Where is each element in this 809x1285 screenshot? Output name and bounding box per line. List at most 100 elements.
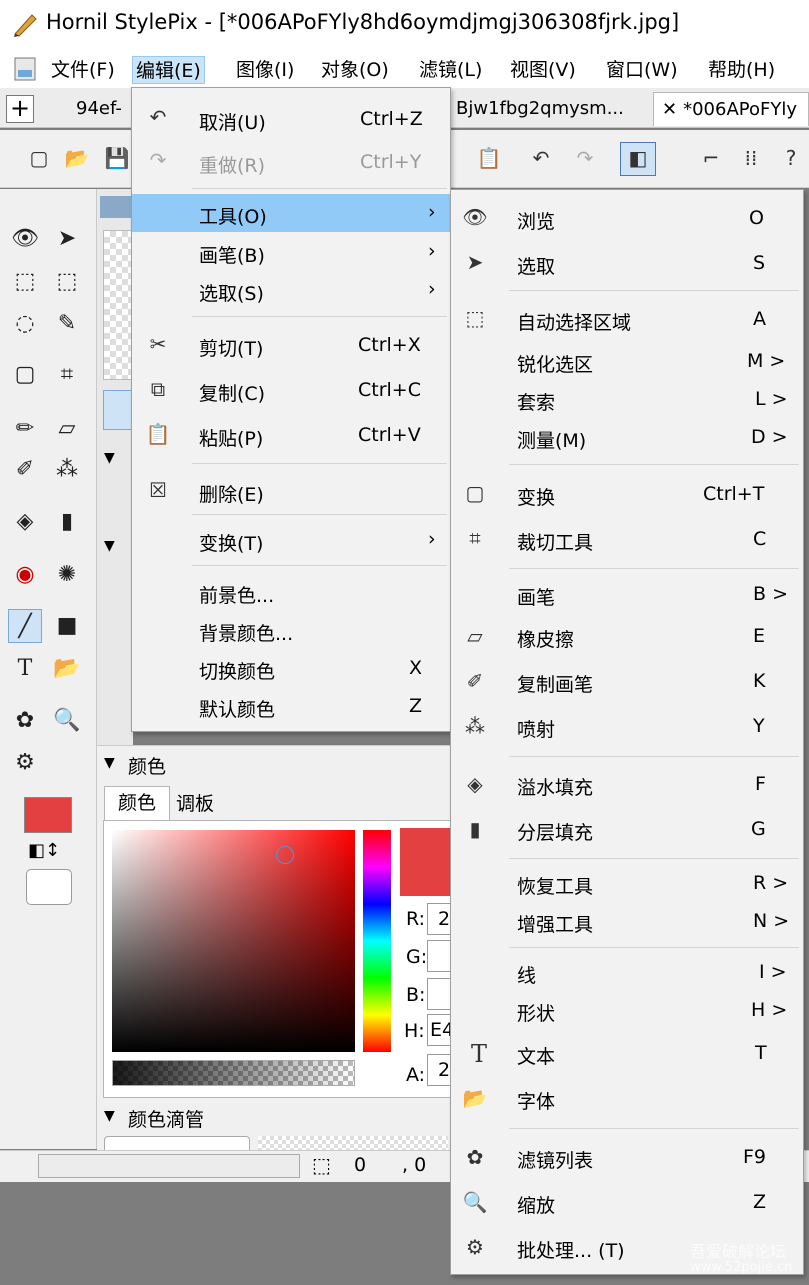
shape-tool-icon[interactable]: ■ (50, 609, 84, 643)
submenu-zoom[interactable]: 🔍 缩放 Z (451, 1180, 803, 1224)
menu-foreground-color[interactable]: 前景色... (132, 573, 450, 611)
submenu-font[interactable]: 📂 字体 (451, 1076, 803, 1120)
eyedropper-history-swatches[interactable] (258, 1136, 448, 1150)
line-tool-icon[interactable]: ╱ (8, 609, 42, 643)
menu-redo[interactable]: ↷ 重做(R) Ctrl+Y (132, 140, 450, 182)
crop-tool-icon[interactable]: ⌗ (50, 358, 84, 392)
menu-default-colors[interactable]: 默认颜色 Z (132, 687, 450, 725)
saturation-value-picker[interactable] (112, 830, 355, 1052)
menu-brush[interactable]: 画笔(B) › (132, 233, 450, 271)
submenu-brush[interactable]: 画笔 B > (451, 575, 803, 613)
menu-delete[interactable]: ☒ 删除(E) (132, 470, 450, 512)
view-tool-eye-icon[interactable]: 👁 (8, 222, 42, 256)
line-style-button[interactable] (103, 390, 133, 430)
tab-color[interactable]: 颜色 (104, 786, 170, 820)
select-tool-arrow-icon[interactable]: ➤ (50, 222, 84, 256)
foreground-color-swatch[interactable] (24, 797, 72, 833)
submenu-text[interactable]: T 文本 T (451, 1031, 803, 1075)
hue-slider[interactable] (363, 830, 391, 1052)
redo-toolbar-icon[interactable]: ↷ (572, 145, 598, 171)
menu-file[interactable]: 文件(F) (48, 56, 118, 84)
color-picker-cursor[interactable] (276, 846, 294, 864)
save-file-icon[interactable]: 💾 (104, 145, 130, 171)
swap-colors-icon[interactable]: ◧↕ (28, 840, 60, 861)
menu-edit[interactable]: 编辑(E) (132, 56, 205, 84)
menu-tools[interactable]: 工具(O) › (132, 194, 450, 232)
panel-toggle-icon[interactable]: ◧ (620, 142, 656, 176)
submenu-gradient-fill[interactable]: ▮ 分层填充 G (451, 807, 803, 851)
transform-tool-icon[interactable]: ▢ (8, 358, 42, 392)
enhance-tool-icon[interactable]: ✺ (50, 558, 84, 592)
grid-icon[interactable]: ⁞⁞ (738, 145, 764, 171)
font-tool-icon[interactable]: 📂 (50, 652, 84, 686)
menu-cut[interactable]: ✂ 剪切(T) Ctrl+X (132, 324, 450, 366)
section-collapse-icon[interactable]: ▼ (104, 450, 115, 466)
submenu-crop[interactable]: ⌗ 裁切工具 C (451, 517, 803, 559)
paste-toolbar-icon[interactable]: 📋 (476, 145, 502, 171)
tab-document-1[interactable]: 94ef- (68, 92, 138, 126)
undo-toolbar-icon[interactable]: ↶ (528, 145, 554, 171)
marquee-tool-icon[interactable]: ⬚ (50, 265, 84, 299)
background-color-swatch[interactable] (26, 869, 72, 905)
menu-object[interactable]: 对象(O) (318, 56, 392, 84)
brush-tool-icon[interactable]: ✏ (8, 412, 42, 446)
tab-palette[interactable]: 调板 (176, 788, 214, 820)
new-tab-plus-icon[interactable]: + (6, 95, 34, 123)
submenu-transform[interactable]: ▢ 变换 Ctrl+T (451, 472, 803, 514)
menu-image[interactable]: 图像(I) (233, 56, 297, 84)
color-section-collapse-icon[interactable]: ▼ (104, 755, 115, 771)
menu-copy[interactable]: ⧉ 复制(C) Ctrl+C (132, 369, 450, 411)
ruler-icon[interactable]: ⌐ (698, 145, 724, 171)
submenu-enhance-tools[interactable]: 增强工具 N > (451, 902, 803, 940)
help-context-icon[interactable]: ? (778, 145, 804, 171)
text-tool-icon[interactable]: T (8, 652, 42, 686)
menu-view[interactable]: 视图(V) (507, 56, 579, 84)
eyedropper-sample-box[interactable] (104, 1136, 250, 1150)
tab-document-3[interactable]: ✕*006APoFYly (653, 92, 809, 126)
clone-brush-tool-icon[interactable]: ✐ (8, 453, 42, 487)
submenu-flood-fill[interactable]: ◈ 溢水填充 F (451, 762, 803, 806)
lasso-tool-icon[interactable]: ◌ (8, 307, 42, 341)
eyedropper-collapse-icon[interactable]: ▼ (104, 1108, 115, 1124)
fill-tool-icon[interactable]: ◈ (8, 505, 42, 539)
menu-paste[interactable]: 📋 粘贴(P) Ctrl+V (132, 414, 450, 456)
app-menu-icon[interactable] (12, 56, 38, 82)
section-collapse-icon-2[interactable]: ▼ (104, 538, 115, 554)
submenu-filter-list[interactable]: ✿ 滤镜列表 F9 (451, 1135, 803, 1179)
eraser-tool-icon[interactable]: ▱ (50, 412, 84, 446)
menu-undo[interactable]: ↶ 取消(U) Ctrl+Z (132, 97, 450, 139)
auto-select-tool-icon[interactable]: ⬚ (8, 265, 42, 299)
menu-help[interactable]: 帮助(H) (705, 56, 778, 84)
color-filter-tool-icon[interactable]: ✿ (8, 704, 42, 738)
red-eye-tool-icon[interactable]: ◉ (8, 558, 42, 592)
submenu-auto-select[interactable]: ⬚ 自动选择区域 A (451, 298, 803, 338)
menu-transform[interactable]: 变换(T) › (132, 521, 450, 559)
submenu-shape[interactable]: 形状 H > (451, 991, 803, 1029)
submenu-spray[interactable]: ⁂ 喷射 Y (451, 704, 803, 748)
options-collapse-icon[interactable] (100, 196, 132, 218)
menu-background-color[interactable]: 背景颜色... (132, 611, 450, 649)
close-tab-icon[interactable]: ✕ (662, 99, 677, 120)
zoom-tool-icon[interactable]: 🔍 (50, 704, 84, 738)
menu-window[interactable]: 窗口(W) (603, 56, 681, 84)
submenu-eraser[interactable]: ▱ 橡皮擦 E (451, 614, 803, 658)
batch-tool-icon[interactable]: ⚙ (8, 746, 42, 780)
submenu-restore-tools[interactable]: 恢复工具 R > (451, 864, 803, 902)
eyedropper-tool-icon[interactable]: ✎ (50, 307, 84, 341)
submenu-clone-brush[interactable]: ✐ 复制画笔 K (451, 659, 803, 703)
tab-document-2[interactable]: Bjw1fbg2qmysm... (448, 92, 648, 126)
submenu-measure[interactable]: 测量(M) D > (451, 418, 803, 456)
menu-filter[interactable]: 滤镜(L) (416, 56, 485, 84)
spray-tool-icon[interactable]: ⁂ (50, 453, 84, 487)
submenu-browse[interactable]: 👁 浏览 O (451, 195, 803, 239)
submenu-select[interactable]: ➤ 选取 S (451, 240, 803, 284)
menu-swap-colors[interactable]: 切换颜色 X (132, 649, 450, 687)
menu-select[interactable]: 选取(S) › (132, 271, 450, 309)
submenu-line[interactable]: 线 I > (451, 953, 803, 991)
open-file-icon[interactable]: 📂 (64, 145, 90, 171)
submenu-refine-selection[interactable]: 锐化选区 M > (451, 342, 803, 380)
alpha-slider[interactable] (112, 1060, 355, 1086)
submenu-lasso[interactable]: 套索 L > (451, 380, 803, 418)
gradient-tool-icon[interactable]: ▮ (50, 505, 84, 539)
new-file-icon[interactable]: ▢ (26, 145, 52, 171)
